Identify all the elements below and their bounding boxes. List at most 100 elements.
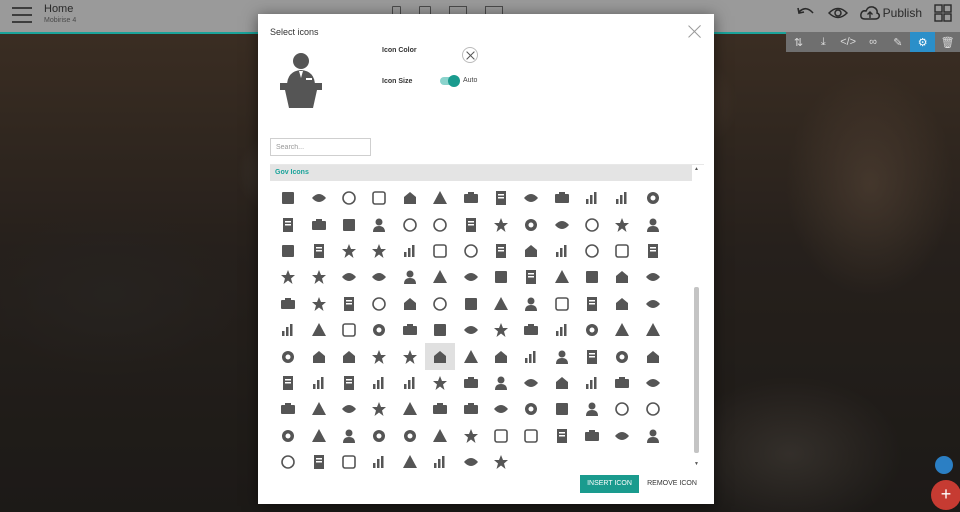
code-icon[interactable] [607,211,637,237]
satellite-icon[interactable] [486,370,516,396]
graduate-icon[interactable] [638,423,668,449]
dollar-icon[interactable] [516,423,546,449]
uncle-sam-hat-icon[interactable] [486,423,516,449]
award-ribbon-icon[interactable] [425,211,455,237]
truck-front-icon[interactable] [303,423,333,449]
key-icon[interactable] [303,317,333,343]
lightbulb-icon[interactable] [395,317,425,343]
database-icon[interactable] [395,238,425,264]
truck-icon[interactable] [273,423,303,449]
usa-map-icon[interactable] [425,423,455,449]
gun-icon[interactable] [425,291,455,317]
desk-icon[interactable] [425,238,455,264]
metro-icon[interactable] [607,317,637,343]
checkmark-icon[interactable] [455,211,485,237]
pallet-icon[interactable] [395,343,425,369]
tools-icon[interactable] [607,396,637,422]
icon-list-scrollbar[interactable]: ▲ ▼ [693,165,700,467]
leaf-icon[interactable] [334,317,364,343]
link-icon[interactable]: ∞ [861,32,886,52]
poison-icon[interactable] [486,343,516,369]
sack-icon[interactable] [425,370,455,396]
no-weapons-icon[interactable] [607,238,637,264]
scales-icon[interactable] [455,185,485,211]
text-file-outline-icon[interactable] [516,264,546,290]
liberty-bell-icon[interactable] [364,317,394,343]
book-icon[interactable] [577,185,607,211]
search-input[interactable] [270,138,371,156]
save-block-icon[interactable]: ✎ [885,32,910,52]
oil-barrel-icon[interactable] [638,396,668,422]
fingerprint-icon[interactable] [607,264,637,290]
remove-icon-button[interactable]: REMOVE ICON [644,475,700,493]
pie-chart-icon[interactable] [455,343,485,369]
page-title[interactable]: Home [44,3,73,15]
cloud-outline-icon[interactable] [577,211,607,237]
icon-color-picker[interactable] [462,47,478,63]
folder-icon[interactable] [638,264,668,290]
submarine-icon[interactable] [395,396,425,422]
institution-icon[interactable] [638,291,668,317]
word-file-icon[interactable] [547,264,577,290]
tablet-icon[interactable] [486,396,516,422]
rally-icon[interactable] [425,449,455,475]
sights-icon[interactable] [303,370,333,396]
ammunition-icon[interactable] [425,185,455,211]
security-camera-icon[interactable] [577,370,607,396]
donkey-icon[interactable] [577,238,607,264]
monitor-icon[interactable] [486,238,516,264]
tax-form-icon[interactable] [547,396,577,422]
military-rifle-icon[interactable] [273,343,303,369]
publish-button[interactable]: Publish [859,5,922,21]
target-icon[interactable] [577,343,607,369]
bus-icon[interactable] [273,211,303,237]
statue-of-liberty-icon[interactable] [334,396,364,422]
file-edit-icon[interactable] [364,264,394,290]
gear-icon[interactable] [334,291,364,317]
court-icon[interactable] [364,238,394,264]
document-icon[interactable] [303,185,333,211]
block-settings-icon[interactable]: ⚙ [910,32,936,52]
user-icon[interactable] [547,423,577,449]
word-outline-icon[interactable] [577,264,607,290]
scroll-down-arrow[interactable]: ▼ [693,461,700,467]
stethoscope-icon[interactable] [364,396,394,422]
podium-award-icon[interactable] [547,317,577,343]
pentagon-icon[interactable] [424,343,456,370]
directions-icon[interactable] [455,238,485,264]
badge-card-icon[interactable] [334,211,364,237]
preview-eye-icon[interactable] [827,5,848,21]
users-icon[interactable] [303,449,333,475]
excel-outline-icon[interactable] [425,264,455,290]
close-icon[interactable] [688,24,702,38]
id-card-icon[interactable] [273,185,303,211]
ambulance-icon[interactable] [395,185,425,211]
road-icon[interactable] [364,370,394,396]
blocks-icon[interactable] [934,4,952,22]
table-edit-icon[interactable] [455,396,485,422]
delete-block-icon[interactable]: 🗑 [935,32,960,52]
white-house-icon[interactable] [455,449,485,475]
menu-icon[interactable] [12,7,32,23]
magnifier-icon[interactable] [547,370,577,396]
jet-icon[interactable] [273,317,303,343]
airplane-icon[interactable] [364,185,394,211]
crosshair-icon[interactable] [273,370,303,396]
officer-icon[interactable] [607,423,637,449]
recycle-icon[interactable] [638,343,668,369]
scrollbar-thumb[interactable] [694,287,699,453]
move-block-icon[interactable]: ⇅ [786,32,811,52]
microscope-icon[interactable] [638,317,668,343]
user-tie-icon[interactable] [273,449,303,475]
scroll-icon[interactable] [516,370,546,396]
clock-icon[interactable] [516,211,546,237]
scroll-up-arrow[interactable]: ▲ [693,166,700,172]
checkbox-icon[interactable] [486,211,516,237]
gear-icon[interactable] [638,211,668,237]
heart-pulse-icon[interactable] [516,291,546,317]
pillars-icon[interactable] [455,423,485,449]
gavel-icon[interactable] [303,291,333,317]
excel-file-icon[interactable] [395,264,425,290]
factory-icon[interactable] [273,264,303,290]
nuclear-plant-icon[interactable] [364,343,394,369]
